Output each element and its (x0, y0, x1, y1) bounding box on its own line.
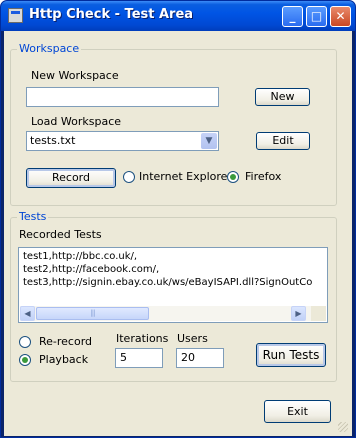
size-grip[interactable] (338, 422, 348, 432)
load-workspace-label: Load Workspace (31, 115, 122, 128)
new-workspace-label: New Workspace (31, 69, 119, 82)
load-workspace-value: tests.txt (30, 134, 76, 147)
run-tests-button[interactable]: Run Tests (256, 343, 326, 367)
users-input[interactable]: 20 (176, 348, 224, 368)
re-record-label[interactable]: Re-record (39, 335, 92, 348)
app-icon (8, 8, 23, 23)
new-button[interactable]: New (255, 88, 310, 106)
workspace-group-label: Workspace (17, 42, 82, 55)
chevron-down-icon[interactable]: ▼ (201, 133, 217, 149)
horizontal-scrollbar[interactable]: ◀ ||| ▶ (20, 306, 320, 321)
radio-firefox[interactable] (227, 171, 239, 183)
maximize-button[interactable]: □ (306, 6, 327, 27)
radio-re-record[interactable] (19, 336, 31, 348)
list-item: test1,http://bbc.co.uk/, (23, 251, 138, 262)
internet-explorer-label[interactable]: Internet Explorer (139, 170, 232, 183)
users-label: Users (177, 332, 208, 345)
exit-button[interactable]: Exit (264, 400, 331, 423)
minimize-button[interactable]: _ (282, 6, 303, 27)
list-item: test2,http://facebook.com/, (23, 264, 160, 275)
radio-internet-explorer[interactable] (123, 171, 135, 183)
new-workspace-input[interactable] (26, 87, 219, 107)
firefox-label[interactable]: Firefox (245, 170, 281, 183)
iterations-label: Iterations (116, 332, 169, 345)
iterations-input[interactable]: 5 (115, 348, 163, 368)
window-title: Http Check - Test Area (29, 7, 194, 22)
edit-button[interactable]: Edit (256, 132, 310, 150)
close-button[interactable]: ✕ (330, 6, 351, 27)
list-item: test3,http://signin.ebay.co.uk/ws/eBayIS… (23, 277, 313, 288)
scroll-corner (311, 306, 326, 321)
app-window: Http Check - Test Area _ □ ✕ Workspace N… (0, 0, 356, 438)
scroll-right-icon[interactable]: ▶ (291, 306, 306, 321)
recorded-tests-textarea[interactable]: test1,http://bbc.co.uk/, test2,http://fa… (18, 247, 328, 323)
recorded-tests-label: Recorded Tests (19, 228, 102, 241)
radio-playback[interactable] (19, 354, 31, 366)
workspace-group: Workspace New Workspace New Load Workspa… (10, 42, 337, 206)
record-button[interactable]: Record (26, 168, 116, 188)
client-area: Workspace New Workspace New Load Workspa… (4, 31, 352, 436)
scroll-left-icon[interactable]: ◀ (20, 306, 35, 321)
scrollbar-thumb[interactable]: ||| (36, 307, 149, 320)
tests-group: Tests Recorded Tests test1,http://bbc.co… (10, 210, 337, 382)
tests-group-label: Tests (17, 210, 49, 223)
title-bar[interactable]: Http Check - Test Area _ □ ✕ (1, 1, 355, 31)
load-workspace-combobox[interactable]: tests.txt ▼ (26, 131, 219, 151)
playback-label[interactable]: Playback (39, 353, 88, 366)
